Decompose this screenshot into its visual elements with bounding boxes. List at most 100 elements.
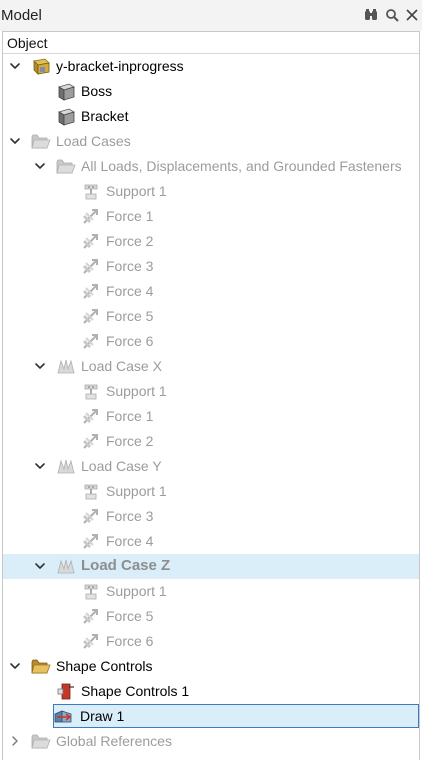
chevron-down-icon[interactable] <box>8 58 22 74</box>
tree-row-part[interactable]: Boss <box>3 79 419 104</box>
tree-label-part: Boss <box>81 83 113 99</box>
tree-row-shape-controls[interactable]: Shape Controls <box>3 654 419 679</box>
tree-row-force[interactable]: Force 2 <box>3 429 419 454</box>
tree-label-global-references: Global References <box>56 733 172 749</box>
tree-label-item: Force 1 <box>106 408 154 424</box>
close-icon[interactable] <box>405 8 419 22</box>
tree-row-load-case-z[interactable]: Load Case Z <box>3 554 419 579</box>
tree-row-force[interactable]: Force 4 <box>3 529 419 554</box>
tree-label-item: Force 2 <box>106 433 154 449</box>
tree-label-load-case: Load Case X <box>81 358 162 374</box>
tree-row-load-case-y[interactable]: Load Case Y <box>3 454 419 479</box>
load-case-icon <box>56 457 76 476</box>
part-cube-icon <box>56 82 76 101</box>
tree-label-load-cases: Load Cases <box>56 133 131 149</box>
tree-label-item: Force 2 <box>106 233 154 249</box>
tree-label-load-case-active: Load Case Z <box>81 557 171 574</box>
part-cube-icon <box>56 107 76 126</box>
tree-label-part: Bracket <box>81 108 129 124</box>
tree-label-item: Force 4 <box>106 533 154 549</box>
force-icon <box>81 607 101 626</box>
tree-label-shape-controls: Shape Controls <box>56 658 153 674</box>
tree-row-global-references[interactable]: Global References <box>3 729 419 754</box>
draw-direction-icon <box>53 707 73 726</box>
tree-label-all-loads: All Loads, Displacements, and Grounded F… <box>81 158 402 174</box>
chevron-right-icon[interactable] <box>8 733 22 749</box>
tree-label-item: Force 6 <box>106 333 154 349</box>
force-icon <box>81 257 101 276</box>
panel-title-bar: Model <box>0 0 422 31</box>
tree-row-support[interactable]: Support 1 <box>3 479 419 504</box>
force-icon <box>81 532 101 551</box>
tree-row-force[interactable]: Force 6 <box>3 629 419 654</box>
tree-row-load-cases[interactable]: Load Cases <box>3 129 419 154</box>
tree-label-item: Force 5 <box>106 308 154 324</box>
search-icon[interactable] <box>385 8 399 22</box>
tree-row-shape-controls-1[interactable]: Shape Controls 1 <box>3 679 419 704</box>
model-icon <box>31 57 51 76</box>
tree-label-shape-controls-1: Shape Controls 1 <box>81 683 190 699</box>
force-icon <box>81 282 101 301</box>
tree-label-item: Force 3 <box>106 258 154 274</box>
object-column-header[interactable]: Object <box>3 32 419 54</box>
tree-row-part[interactable]: Bracket <box>3 104 419 129</box>
tree-label-item: Force 6 <box>106 633 154 649</box>
shape-control-icon <box>56 682 76 701</box>
force-icon <box>81 332 101 351</box>
panel-title: Model <box>1 7 42 24</box>
support-icon <box>81 582 101 601</box>
tree-label-item: Force 4 <box>106 283 154 299</box>
object-column-header-label: Object <box>7 35 48 51</box>
tree-row-support[interactable]: Support 1 <box>3 579 419 604</box>
support-icon <box>81 482 101 501</box>
force-icon <box>81 507 101 526</box>
force-icon <box>81 407 101 426</box>
tree-row-support[interactable]: Support 1 <box>3 179 419 204</box>
force-icon <box>81 232 101 251</box>
tree-row-support[interactable]: Support 1 <box>3 379 419 404</box>
folder-icon <box>56 157 76 176</box>
tree-row-force[interactable]: Force 5 <box>3 304 419 329</box>
chevron-down-icon[interactable] <box>33 558 47 574</box>
load-case-icon <box>56 557 76 576</box>
force-icon <box>81 632 101 651</box>
chevron-down-icon[interactable] <box>33 458 47 474</box>
tree-row-force[interactable]: Force 6 <box>3 329 419 354</box>
tree-row-force[interactable]: Force 4 <box>3 279 419 304</box>
tree-row-draw-1[interactable]: Draw 1 <box>3 704 419 729</box>
tree-label-item: Support 1 <box>106 583 167 599</box>
tree-label-draw-1: Draw 1 <box>80 708 125 724</box>
tree-row-force[interactable]: Force 1 <box>3 404 419 429</box>
chevron-down-icon[interactable] <box>33 358 47 374</box>
chevron-down-icon[interactable] <box>8 658 22 674</box>
tree-label-item: Support 1 <box>106 383 167 399</box>
tree-row-load-case-x[interactable]: Load Case X <box>3 354 419 379</box>
tree-row-all-loads[interactable]: All Loads, Displacements, and Grounded F… <box>3 154 419 179</box>
support-icon <box>81 182 101 201</box>
tree-label-load-case: Load Case Y <box>81 458 162 474</box>
force-icon <box>81 307 101 326</box>
tree-label-item: Support 1 <box>106 183 167 199</box>
tree-row-force[interactable]: Force 1 <box>3 204 419 229</box>
tree-label-item: Force 3 <box>106 508 154 524</box>
tree-label-item: Force 1 <box>106 208 154 224</box>
tree-row-root[interactable]: y-bracket-inprogress <box>3 54 419 79</box>
tree-row-force[interactable]: Force 3 <box>3 504 419 529</box>
tree-label-item: Force 5 <box>106 608 154 624</box>
tree-label-root: y-bracket-inprogress <box>56 58 184 74</box>
force-icon <box>81 207 101 226</box>
model-browser-panel: Object y-bracket-inprogress Boss Bracket… <box>2 31 420 760</box>
binoculars-icon[interactable] <box>364 8 378 22</box>
force-icon <box>81 432 101 451</box>
chevron-down-icon[interactable] <box>33 158 47 174</box>
tree-row-force[interactable]: Force 2 <box>3 229 419 254</box>
tree-row-force[interactable]: Force 5 <box>3 604 419 629</box>
chevron-down-icon[interactable] <box>8 133 22 149</box>
folder-icon <box>31 132 51 151</box>
tree-label-item: Support 1 <box>106 483 167 499</box>
tree-row-force[interactable]: Force 3 <box>3 254 419 279</box>
folder-open-icon <box>31 657 51 676</box>
support-icon <box>81 382 101 401</box>
folder-icon <box>31 732 51 751</box>
load-case-icon <box>56 357 76 376</box>
